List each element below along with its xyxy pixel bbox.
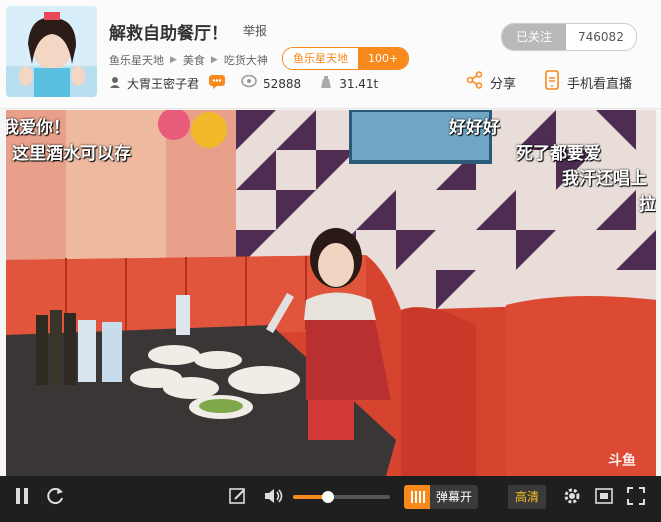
room-meta: 大胃王密子君 52888 31.41t [109, 74, 379, 92]
room-title: 解救自助餐厅！ [109, 24, 228, 44]
chevron-right-icon: ▶ [170, 55, 177, 65]
user-icon [109, 76, 121, 91]
breadcrumb-item[interactable]: 吃货大神 [224, 52, 268, 68]
douyu-watermark: 斗鱼 [608, 453, 636, 469]
danmaku-text: 这里酒水可以存 [12, 144, 131, 164]
mobile-watch-button[interactable]: 手机看直播 [545, 70, 632, 94]
gear-icon[interactable] [560, 476, 584, 516]
streamer-avatar[interactable] [6, 6, 97, 97]
follow-control[interactable]: 已关注 746082 [501, 23, 637, 51]
weight-value: 31.41t [339, 76, 379, 91]
report-link[interactable]: 举报 [243, 22, 267, 39]
share-label: 分享 [490, 76, 517, 92]
pause-icon[interactable] [10, 476, 34, 516]
viewers-icon [241, 74, 257, 92]
volume-icon[interactable] [262, 476, 286, 516]
breadcrumb: 鱼乐星天地 ▶ 美食 ▶ 吃货大神 [109, 52, 268, 68]
fan-badge[interactable]: 鱼乐星天地 100+ [282, 47, 410, 70]
danmaku-text: 好好好 [449, 118, 500, 138]
danmaku-text: 拉 [639, 195, 656, 215]
breadcrumb-item[interactable]: 鱼乐星天地 [109, 52, 164, 68]
chat-icon[interactable] [209, 75, 226, 92]
weight-icon [319, 75, 333, 92]
room-header: 解救自助餐厅！ 举报 鱼乐星天地 ▶ 美食 ▶ 吃货大神 鱼乐星天地 100+ … [0, 0, 661, 109]
mobile-watch-label: 手机看直播 [567, 76, 633, 92]
follow-button[interactable]: 已关注 [502, 24, 567, 50]
web-fullscreen-icon[interactable] [592, 476, 616, 516]
video-frame [6, 110, 656, 476]
fan-badge-level: 100+ [358, 48, 409, 69]
phone-icon [545, 70, 559, 94]
danmaku-text: 我爱你！ [6, 118, 70, 138]
viewer-count: 52888 [263, 76, 302, 91]
streamer-name[interactable]: 大胃王密子君 [127, 75, 199, 92]
chevron-right-icon: ▶ [210, 55, 218, 65]
quality-select[interactable]: 高清 [508, 485, 546, 509]
edit-icon[interactable] [226, 476, 250, 516]
refresh-icon[interactable] [42, 476, 68, 516]
share-button[interactable]: 分享 [466, 71, 516, 93]
volume-slider[interactable] [293, 491, 390, 503]
danmaku-toggle-label: 弹幕开 [430, 485, 479, 509]
danmaku-icon [404, 485, 430, 509]
volume-slider-knob[interactable] [321, 491, 334, 503]
danmaku-toggle[interactable]: 弹幕开 [404, 485, 479, 509]
follow-count: 746082 [566, 24, 636, 50]
fullscreen-icon[interactable] [624, 476, 648, 516]
share-icon [466, 71, 484, 93]
player-control-bar: 弹幕开 高清 [0, 476, 661, 522]
video-player[interactable]: 我爱你！ 这里酒水可以存 好好好 死了都要爱 我汗还唱上 拉 斗鱼 [6, 110, 656, 476]
breadcrumb-item[interactable]: 美食 [183, 52, 205, 68]
danmaku-text: 我汗还唱上 [562, 169, 647, 189]
fan-badge-name: 鱼乐星天地 [283, 48, 358, 69]
danmaku-text: 死了都要爱 [516, 144, 601, 164]
